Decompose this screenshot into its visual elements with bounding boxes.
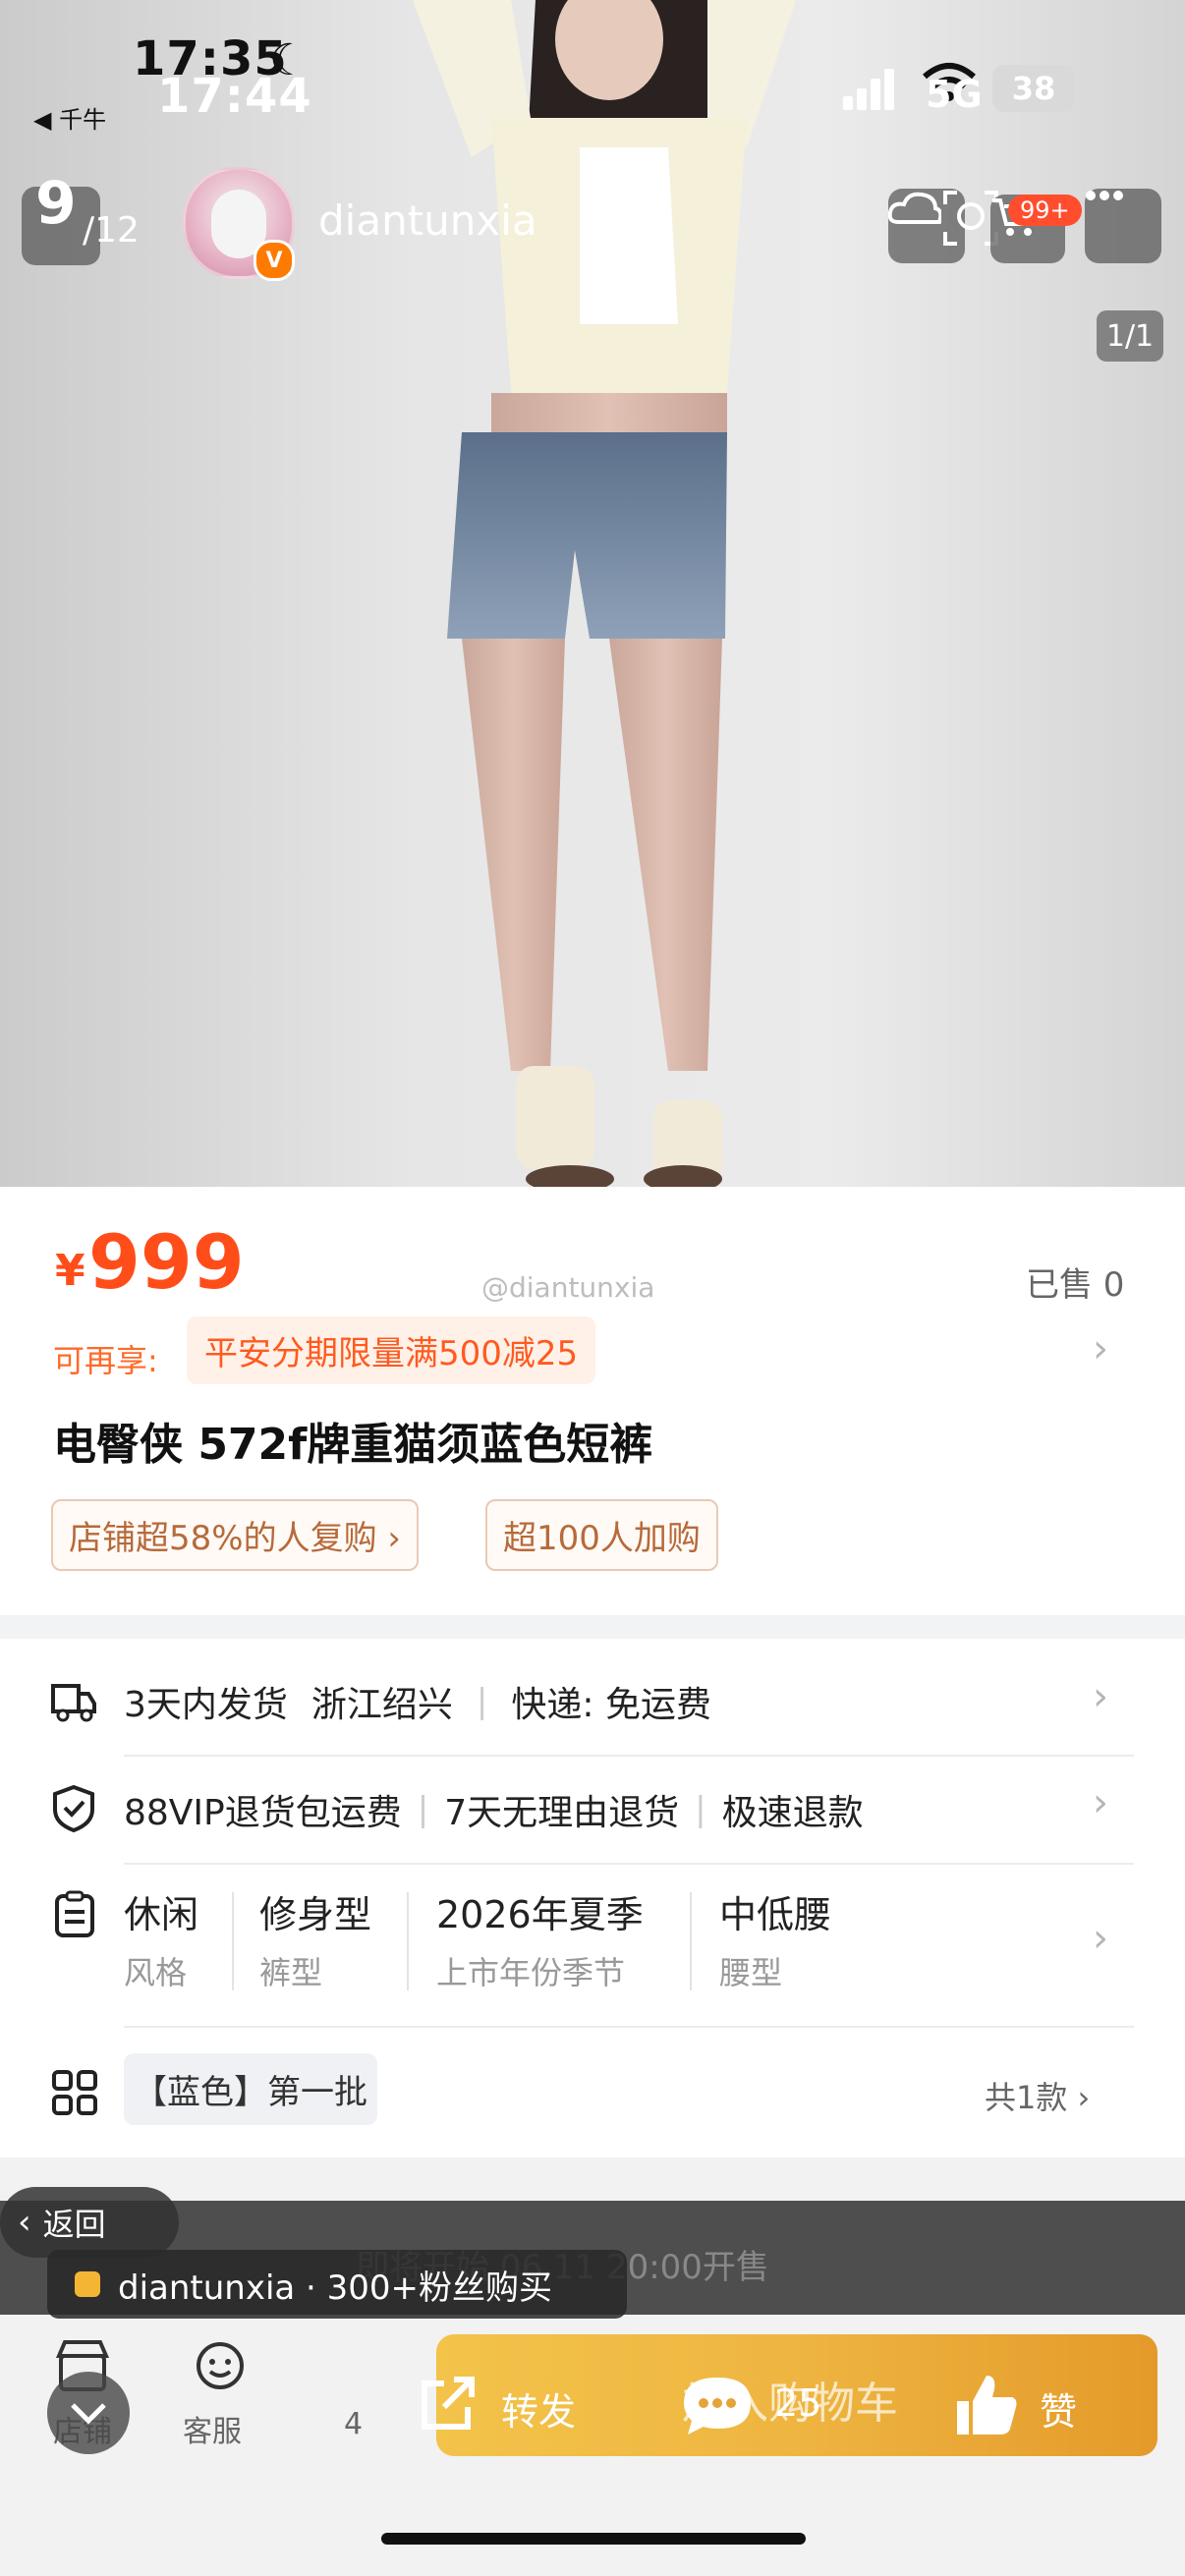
- repurchase-tag[interactable]: 店铺超58%的人复购 ›: [51, 1499, 419, 1571]
- home-indicator: [381, 2533, 806, 2545]
- grid-icon: [52, 2070, 97, 2115]
- fans-purchase-notice[interactable]: diantunxia · 300+粉丝购买: [47, 2250, 627, 2319]
- sold-count: 已售 0: [1026, 1265, 1125, 1305]
- nav-service-label[interactable]: 客服: [183, 2407, 242, 2450]
- chevron-left-icon: ‹: [18, 2203, 31, 2242]
- battery-icon: 38: [992, 65, 1075, 112]
- section-divider: [0, 1615, 1185, 1639]
- fans-text: diantunxia · 300+粉丝购买: [118, 2268, 553, 2308]
- promo-label: 可再享:: [53, 1342, 158, 1379]
- more-button[interactable]: [1085, 189, 1161, 263]
- ship-express: 快递: 免运费: [511, 1685, 711, 1725]
- product-main-image[interactable]: 17:35 ☾ 17:44 ◀ 千牛 5G 38 9 /12 V diantun…: [0, 0, 1185, 1187]
- divider: [124, 1755, 1134, 1757]
- share-label[interactable]: 转发: [501, 2381, 576, 2436]
- ship-days: 3天内发货: [124, 1685, 288, 1725]
- comment-count: 25: [774, 2381, 822, 2425]
- promo-chevron-icon[interactable]: ›: [1093, 1326, 1108, 1372]
- chevron-down-icon: [71, 2403, 106, 2425]
- divider: [232, 1892, 234, 1990]
- attribute-fit[interactable]: 修身型 裤型: [259, 1884, 371, 1993]
- share-icon[interactable]: [415, 2374, 480, 2435]
- attribute-value: 2026年夏季: [436, 1893, 644, 1936]
- separator: |: [417, 1790, 429, 1829]
- collapse-button[interactable]: [47, 2372, 130, 2454]
- divider: [690, 1892, 692, 1990]
- shield-icon: [53, 1784, 94, 1833]
- cart-count-badge: 99+: [1008, 195, 1082, 226]
- service-item: 7天无理由退货: [444, 1793, 680, 1833]
- status-time: 17:44: [157, 69, 312, 124]
- nav-count: 4: [344, 2407, 364, 2441]
- page-counter-total: /12: [83, 210, 140, 251]
- customer-service-icon[interactable]: [193, 2340, 248, 2393]
- network-type: 5G: [926, 73, 983, 116]
- divider: [124, 1863, 1134, 1865]
- price-value: 999: [88, 1218, 245, 1306]
- separator: |: [476, 1682, 488, 1721]
- image-index: 1/1: [1097, 310, 1163, 362]
- attribute-season[interactable]: 2026年夏季 上市年份季节: [436, 1884, 644, 1993]
- service-row[interactable]: 88VIP退货包运费 | 7天无理由退货 | 极速退款: [124, 1784, 864, 1835]
- thumbs-up-icon[interactable]: [951, 2370, 1020, 2438]
- return-label: 返回: [42, 2206, 106, 2243]
- separator: |: [695, 1790, 706, 1829]
- shop-username[interactable]: diantunxia: [318, 196, 537, 245]
- attribute-label: 裤型: [259, 1954, 323, 1991]
- ship-origin: 浙江绍兴: [310, 1685, 453, 1725]
- service-chevron-icon[interactable]: ›: [1093, 1780, 1108, 1825]
- product-title: 电臀侠 572f牌重猫须蓝色短裤: [53, 1420, 653, 1470]
- attribute-style[interactable]: 休闲 风格: [124, 1884, 198, 1993]
- attribute-waist[interactable]: 中低腰 腰型: [719, 1884, 831, 1993]
- attribute-label: 腰型: [719, 1954, 783, 1991]
- verified-badge-icon: V: [254, 240, 295, 281]
- watermark-text: @diantunxia: [481, 1271, 655, 1304]
- sku-count[interactable]: 共1款 ›: [985, 2073, 1090, 2118]
- attributes-chevron-icon[interactable]: ›: [1093, 1916, 1108, 1961]
- product-photo: [0, 0, 1185, 1187]
- attribute-label: 风格: [124, 1954, 188, 1991]
- return-button[interactable]: ‹ 返回: [0, 2187, 179, 2258]
- promo-chip[interactable]: 平安分期限量满500减25: [187, 1316, 596, 1384]
- cloud-icon: [888, 192, 941, 224]
- shipping-row[interactable]: 3天内发货 浙江绍兴 | 快递: 免运费: [124, 1676, 711, 1727]
- shop-bag-icon: [75, 2271, 100, 2297]
- service-item: 88VIP退货包运费: [124, 1793, 402, 1833]
- attribute-label: 上市年份季节: [436, 1954, 626, 1991]
- price-currency: ¥: [55, 1246, 85, 1296]
- shipping-chevron-icon[interactable]: ›: [1093, 1674, 1108, 1719]
- add-cart-tag: 超100人加购: [485, 1499, 718, 1571]
- signal-icon: [843, 69, 894, 110]
- more-icon: [1086, 191, 1123, 200]
- divider: [407, 1892, 409, 1990]
- like-label[interactable]: 赞: [1040, 2381, 1077, 2436]
- truck-icon: [51, 1684, 96, 1722]
- service-item: 极速退款: [721, 1793, 864, 1833]
- back-to-app-link[interactable]: ◀ 千牛: [33, 100, 106, 135]
- sku-chip[interactable]: 【蓝色】第一批: [124, 2053, 377, 2125]
- divider: [124, 2026, 1134, 2028]
- attribute-value: 修身型: [259, 1893, 372, 1936]
- comment-icon[interactable]: [680, 2374, 755, 2438]
- attribute-value: 中低腰: [719, 1893, 832, 1936]
- clipboard-icon: [55, 1890, 94, 1937]
- attribute-value: 休闲: [124, 1893, 199, 1936]
- page-counter-current: 9: [35, 169, 77, 238]
